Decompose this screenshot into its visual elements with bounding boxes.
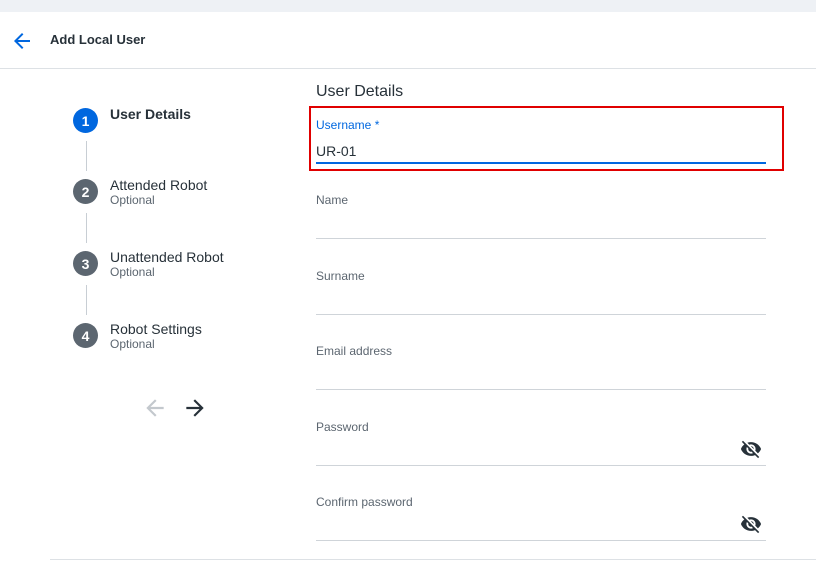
step-navigation xyxy=(140,395,220,421)
previous-step-button[interactable] xyxy=(142,395,168,421)
surname-field[interactable]: Surname xyxy=(316,269,766,315)
surname-label: Surname xyxy=(316,269,365,283)
step-label: User Details xyxy=(110,106,191,122)
step-connector xyxy=(86,141,87,171)
bottom-divider xyxy=(50,559,816,560)
password-underline xyxy=(316,465,766,466)
arrow-right-icon xyxy=(186,399,204,417)
surname-underline xyxy=(316,314,766,315)
eye-off-icon xyxy=(740,515,762,534)
step-number: 1 xyxy=(73,108,98,133)
confirm-password-label: Confirm password xyxy=(316,495,413,509)
email-label: Email address xyxy=(316,344,393,358)
step-label: Robot Settings xyxy=(110,321,202,337)
step-label: Attended Robot xyxy=(110,177,208,193)
step-connector xyxy=(86,285,87,315)
email-field[interactable]: Email address xyxy=(316,344,766,390)
toggle-confirm-password-visibility-button[interactable] xyxy=(740,513,762,535)
step-optional-label: Optional xyxy=(110,337,155,351)
password-label: Password xyxy=(316,420,369,434)
email-underline xyxy=(316,389,766,390)
top-strip xyxy=(0,0,816,12)
toggle-password-visibility-button[interactable] xyxy=(740,438,762,460)
highlight-box xyxy=(309,106,784,171)
page-header: Add Local User xyxy=(0,12,816,69)
next-step-button[interactable] xyxy=(182,395,208,421)
page-title: Add Local User xyxy=(50,32,146,47)
section-title: User Details xyxy=(316,83,404,100)
step-label: Unattended Robot xyxy=(110,249,224,265)
password-field[interactable]: Password xyxy=(316,420,766,466)
eye-off-icon xyxy=(740,440,762,459)
confirm-password-field[interactable]: Confirm password xyxy=(316,495,766,541)
step-number: 3 xyxy=(73,251,98,276)
step-number: 4 xyxy=(73,323,98,348)
name-label: Name xyxy=(316,193,349,207)
step-optional-label: Optional xyxy=(110,193,155,207)
arrow-left-icon xyxy=(14,33,30,49)
step-optional-label: Optional xyxy=(110,265,155,279)
name-underline xyxy=(316,238,766,239)
step-number: 2 xyxy=(73,179,98,204)
back-button[interactable] xyxy=(10,29,34,53)
confirm-password-underline xyxy=(316,540,766,541)
step-connector xyxy=(86,213,87,243)
arrow-left-icon xyxy=(146,399,164,417)
name-field[interactable]: Name xyxy=(316,193,766,239)
